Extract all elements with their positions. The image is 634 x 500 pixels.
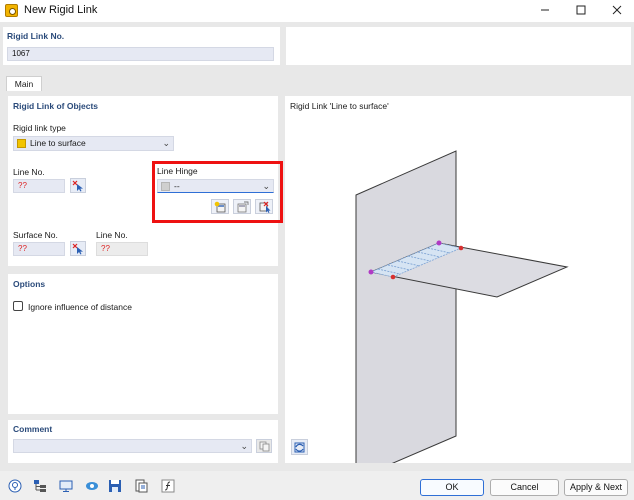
help-button[interactable] [6, 478, 23, 493]
parameters-button[interactable] [132, 478, 149, 493]
pick-cursor-icon [72, 243, 83, 254]
tab-main[interactable]: Main [6, 76, 42, 91]
options-title: Options [13, 279, 46, 289]
tree-button[interactable] [31, 478, 48, 493]
pick-surface-button[interactable] [70, 241, 86, 256]
rigid-link-type-select[interactable]: Line to surface ⌄ [13, 136, 174, 151]
vertical-surface [355, 150, 457, 463]
surface-no-label: Surface No. [13, 230, 58, 240]
comment-title: Comment [13, 424, 53, 434]
rigid-link-preview-graphic [355, 150, 569, 463]
rigid-link-type-label: Rigid link type [13, 123, 66, 133]
maximize-icon [576, 5, 586, 15]
document-icon [135, 479, 147, 492]
type-color-swatch [17, 139, 26, 148]
ignore-distance-checkbox[interactable] [13, 301, 23, 311]
ignore-distance-label: Ignore influence of distance [28, 302, 132, 312]
chevron-down-icon: ⌄ [162, 138, 170, 148]
display-button[interactable] [57, 478, 74, 493]
ok-button[interactable]: OK [420, 479, 484, 496]
tree-icon [33, 479, 46, 492]
surface-no-field[interactable]: ?? [13, 242, 65, 256]
rotate-view-icon [294, 442, 305, 452]
view-button[interactable] [83, 478, 100, 493]
line-hinge-highlight [152, 161, 283, 223]
line-no-label: Line No. [13, 167, 45, 177]
line-no-field[interactable]: ?? [13, 179, 65, 193]
rigid-link-objects-title: Rigid Link of Objects [13, 101, 99, 111]
line-no2-field: ?? [96, 242, 148, 256]
close-button[interactable] [606, 1, 628, 19]
line-end-node [436, 240, 442, 246]
display-icon [59, 480, 72, 492]
rigid-link-number-card: Rigid Link No. 1067 [3, 27, 280, 65]
save-button[interactable] [106, 478, 123, 493]
window-title: New Rigid Link [24, 4, 98, 16]
formula-button[interactable] [159, 478, 176, 493]
title-bar: New Rigid Link [0, 0, 634, 22]
cancel-button[interactable]: Cancel [490, 479, 559, 496]
minimize-button[interactable] [534, 1, 556, 19]
rigid-link-number-label: Rigid Link No. [7, 31, 65, 41]
maximize-button[interactable] [570, 1, 592, 19]
help-icon [8, 479, 21, 492]
line-no2-label: Line No. [96, 230, 128, 240]
surface-node [458, 245, 464, 251]
options-panel [8, 274, 278, 414]
header-right-card [286, 27, 631, 65]
minimize-icon [541, 9, 549, 11]
app-icon [5, 4, 18, 17]
pick-line-button[interactable] [70, 178, 86, 193]
save-icon [108, 479, 121, 492]
comment-select[interactable]: ⌄ [13, 439, 252, 453]
line-end-node [368, 269, 374, 275]
formula-icon [161, 479, 174, 492]
pick-cursor-icon [72, 180, 83, 191]
close-icon [612, 5, 622, 15]
eye-icon [85, 481, 98, 490]
rigid-link-number-field[interactable]: 1067 [7, 47, 274, 61]
rigid-link-type-value: Line to surface [30, 138, 86, 148]
apply-next-button[interactable]: Apply & Next [564, 479, 628, 496]
preview-view-button[interactable] [291, 439, 308, 455]
copy-icon [259, 441, 269, 451]
chevron-down-icon: ⌄ [240, 441, 248, 451]
comment-library-button[interactable] [256, 439, 272, 453]
surface-node [390, 274, 396, 280]
